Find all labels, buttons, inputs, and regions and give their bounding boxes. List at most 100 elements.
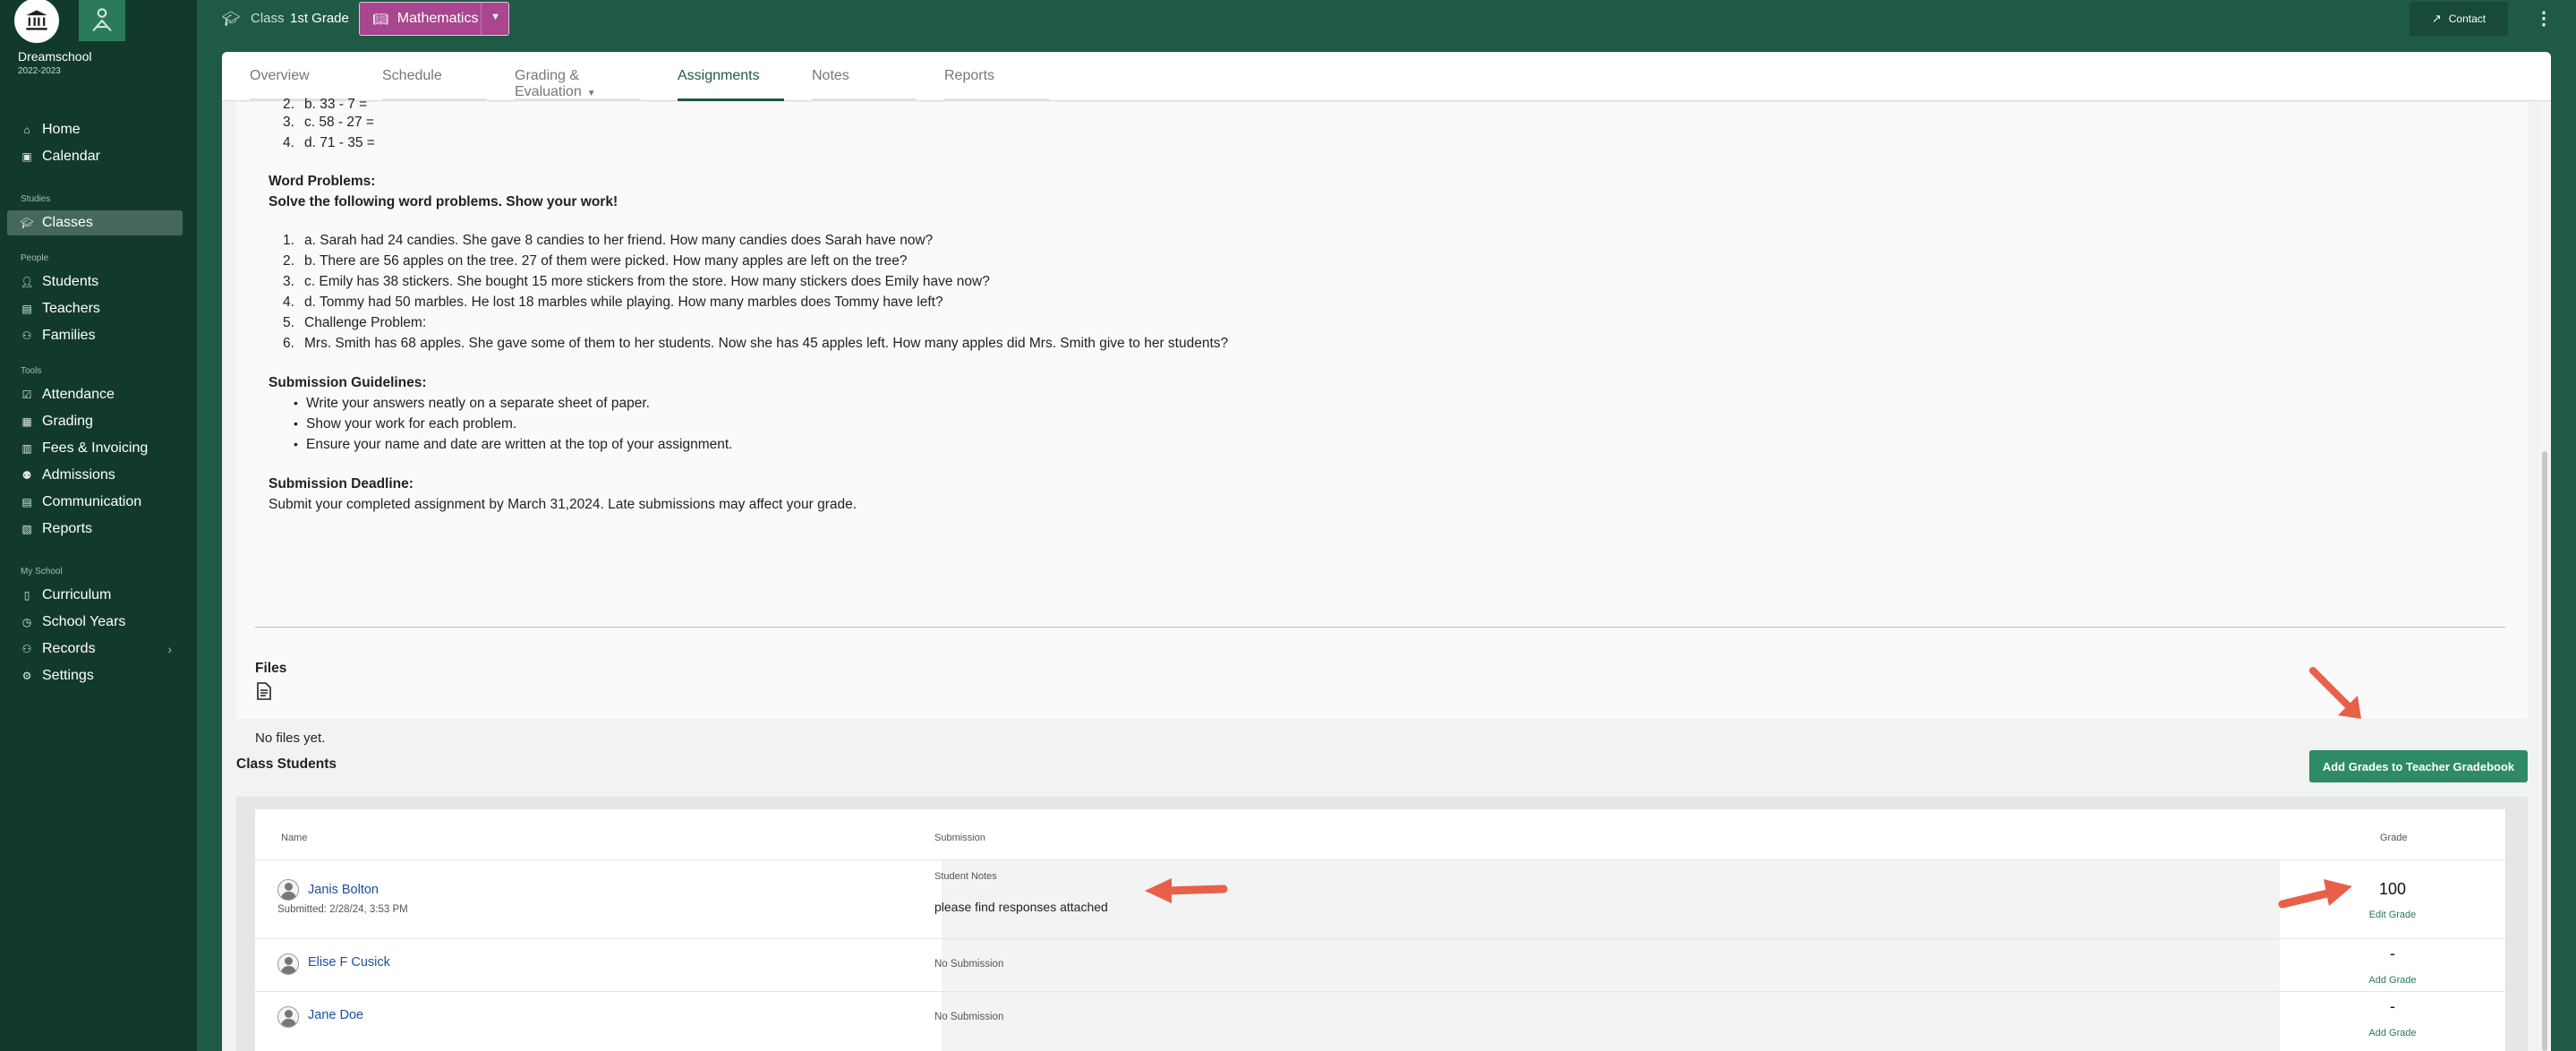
- annotation-arrow: [2309, 667, 2361, 719]
- contact-button[interactable]: ↗ Contact: [2410, 2, 2508, 36]
- sidebar-item-grading[interactable]: ▦ Grading: [7, 409, 183, 434]
- tab-notes[interactable]: Notes: [784, 52, 917, 101]
- breadcrumb-grade[interactable]: 1st Grade: [290, 11, 349, 26]
- sidebar-item-label: Reports: [42, 521, 93, 536]
- list-item: • Write your answers neatly on a separate…: [294, 396, 650, 411]
- submission-cell: No Submission: [934, 992, 2280, 1051]
- list-item: 2. b. 33 - 7 =: [283, 97, 368, 112]
- sidebar-item-label: Communication: [42, 494, 142, 509]
- vertical-scrollbar[interactable]: [2538, 102, 2551, 1051]
- book-icon: ▯: [23, 589, 30, 602]
- no-submission-text: No Submission: [934, 1012, 1004, 1022]
- class-students-panel: Name Submission Grade Janis Bolton Submi…: [236, 797, 2528, 1051]
- list-item: 3. c. Emily has 38 stickers. She bought 1…: [283, 274, 990, 289]
- list-item: 3. c. 58 - 27 =: [283, 115, 374, 130]
- annotation-arrow: [1145, 878, 1228, 903]
- submission-note: please find responses attached: [934, 900, 1108, 914]
- sidebar-item-records[interactable]: ⚇ Records ›: [7, 637, 183, 662]
- book-icon: 📖︎: [372, 11, 388, 26]
- top-bar: 🎓︎ Class 1st Grade 📖︎ Mathematics ▼ ↗ Co…: [197, 0, 2576, 52]
- tab-overview[interactable]: Overview: [222, 52, 354, 101]
- student-name-link[interactable]: Jane Doe: [308, 1008, 363, 1022]
- checklist-icon: ☑: [21, 389, 32, 401]
- document-icon[interactable]: [257, 682, 271, 705]
- sidebar-item-calendar[interactable]: ▣ Calendar: [7, 144, 183, 169]
- main-panel: Overview Schedule Grading & Evaluation ▼ …: [222, 52, 2551, 1051]
- dropdown-separator: [481, 3, 482, 35]
- list-item: • Ensure your name and date are written a…: [294, 437, 733, 452]
- column-header-submission: Submission: [934, 833, 985, 843]
- sidebar-item-label: Calendar: [42, 149, 100, 164]
- list-item: 4. d. 71 - 35 =: [283, 135, 375, 150]
- tab-schedule[interactable]: Schedule: [354, 52, 487, 101]
- scrollbar-thumb[interactable]: [2542, 451, 2547, 1051]
- sidebar-item-label: Fees & Invoicing: [42, 440, 149, 456]
- list-item: • Show your work for each problem.: [294, 416, 517, 432]
- student-notes-label: Student Notes: [934, 871, 997, 882]
- subject-dropdown[interactable]: 📖︎ Mathematics ▼: [359, 2, 509, 36]
- deadline-text: Submit your completed assignment by Marc…: [269, 497, 857, 512]
- subject-label: Mathematics: [397, 11, 479, 26]
- grade-cell: - Add Grade: [2280, 939, 2505, 992]
- sidebar-item-home[interactable]: ⌂ Home: [7, 117, 183, 142]
- tab-assignments[interactable]: Assignments: [650, 52, 784, 101]
- school-logo[interactable]: [79, 0, 125, 41]
- school-name: Dreamschool: [18, 49, 92, 64]
- files-title: Files: [255, 661, 287, 676]
- grade-cell: - Add Grade: [2280, 992, 2505, 1051]
- sidebar-item-fees-invoicing[interactable]: ▥ Fees & Invoicing: [7, 436, 183, 461]
- sidebar-item-settings[interactable]: ⚙ Settings: [7, 663, 183, 688]
- sidebar-item-label: Admissions: [42, 467, 115, 483]
- communication-icon: ▤: [21, 496, 32, 508]
- sidebar-item-school-years[interactable]: ◷ School Years: [7, 610, 183, 635]
- contact-label: Contact: [2448, 13, 2486, 25]
- sidebar-item-families[interactable]: ⚇ Families: [7, 323, 183, 348]
- graduation-cap-icon: 🎓︎: [20, 217, 34, 229]
- arrow-up-right-icon: ↗: [2431, 12, 2442, 25]
- sidebar-item-label: Home: [42, 122, 81, 137]
- list-item: 1. a. Sarah had 24 candies. She gave 8 ca…: [283, 233, 934, 248]
- tab-label: Grading & Evaluation: [515, 68, 582, 99]
- column-header-name: Name: [281, 833, 308, 843]
- sidebar-item-attendance[interactable]: ☑ Attendance: [7, 382, 183, 407]
- no-submission-text: No Submission: [934, 959, 1004, 970]
- add-grade-link[interactable]: Add Grade: [2280, 975, 2505, 986]
- table-row: Elise F Cusick No Submission - Add Grade: [255, 938, 2505, 992]
- tab-grading-evaluation[interactable]: Grading & Evaluation ▼: [487, 52, 641, 101]
- student-name-link[interactable]: Janis Bolton: [308, 883, 379, 897]
- sidebar-item-label: Families: [42, 328, 96, 343]
- tab-label: Reports: [944, 68, 995, 83]
- chevron-right-icon: ›: [167, 642, 172, 656]
- invoice-icon: ▥: [21, 442, 32, 455]
- sidebar-item-classes[interactable]: 🎓︎ Classes: [7, 210, 183, 235]
- sidebar-item-students[interactable]: 👤︎ Students: [7, 269, 183, 295]
- users-icon: ⚇: [21, 329, 32, 342]
- sidebar-item-label: Records: [42, 641, 96, 656]
- sidebar-item-teachers[interactable]: ▤ Teachers: [7, 296, 183, 321]
- avatar: [277, 1006, 299, 1028]
- sidebar-section-studies: Studies: [21, 194, 51, 204]
- more-options-icon[interactable]: ⋮: [2535, 7, 2553, 30]
- user-icon: 👤︎: [20, 276, 34, 288]
- sidebar-item-label: Teachers: [42, 301, 100, 316]
- assignment-details: 2. b. 33 - 7 = 3. c. 58 - 27 = 4. d. 71 - 3…: [236, 97, 2528, 746]
- sidebar-item-admissions[interactable]: ⚉ Admissions: [7, 463, 183, 488]
- clock-icon: ◷: [21, 616, 32, 628]
- list-item: 5. Challenge Problem:: [283, 315, 427, 330]
- sidebar-item-curriculum[interactable]: ▯ Curriculum: [7, 583, 183, 608]
- sidebar-item-label: Settings: [42, 668, 94, 683]
- sidebar-item-label: School Years: [42, 614, 126, 629]
- sidebar-item-reports[interactable]: ▧ Reports: [7, 517, 183, 542]
- deadline-title: Submission Deadline:: [269, 476, 414, 491]
- add-grade-link[interactable]: Add Grade: [2280, 1028, 2505, 1038]
- sidebar-item-label: Classes: [42, 215, 93, 230]
- tab-label: Assignments: [678, 68, 760, 83]
- calendar-icon: ▣: [21, 150, 32, 163]
- add-grades-to-gradebook-button[interactable]: Add Grades to Teacher Gradebook: [2309, 750, 2528, 782]
- sidebar-section-people: People: [21, 253, 49, 263]
- sidebar-item-communication[interactable]: ▤ Communication: [7, 490, 183, 515]
- school-switcher[interactable]: ⌄: [14, 0, 59, 43]
- tab-reports[interactable]: Reports: [917, 52, 1049, 101]
- tab-label: Overview: [250, 68, 310, 83]
- student-name-link[interactable]: Elise F Cusick: [308, 955, 390, 970]
